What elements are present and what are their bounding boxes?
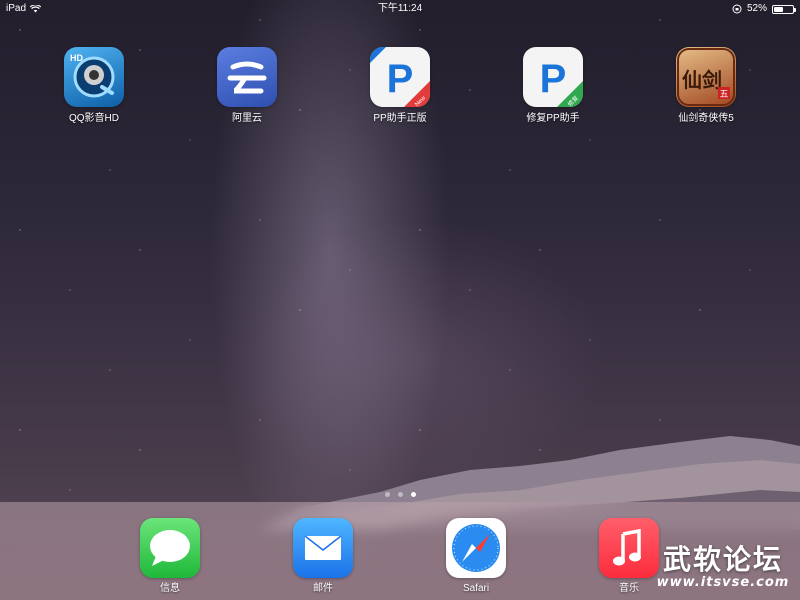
mail-icon[interactable] — [293, 518, 353, 578]
watermark: 武软论坛 www.itsvse.com — [648, 543, 798, 591]
app-label: QQ影音HD — [69, 113, 119, 124]
aliyun-icon[interactable] — [217, 47, 277, 107]
app-xianjian-5[interactable]: 仙剑 五 仙剑奇侠传5 — [651, 47, 761, 125]
battery-percent: 52% — [746, 3, 767, 14]
orientation-lock-icon — [732, 4, 742, 14]
app-pp-assistant[interactable]: P New PP助手正版 — [345, 47, 455, 125]
app-pp-repair[interactable]: P 修复 修复PP助手 — [498, 47, 608, 125]
page-dot[interactable] — [384, 492, 390, 497]
svg-text:P: P — [387, 57, 414, 101]
safari-icon[interactable] — [446, 518, 506, 578]
dock-app-messages[interactable]: 信息 — [115, 518, 225, 595]
pp-repair-icon[interactable]: P 修复 — [523, 47, 583, 107]
xianjian-5-icon[interactable]: 仙剑 五 — [676, 47, 736, 107]
qq-player-hd-icon[interactable]: HD — [64, 47, 124, 107]
app-label: 仙剑奇侠传5 — [678, 113, 734, 124]
status-bar: iPad 下午11:24 52% — [0, 0, 800, 18]
watermark-url: www.itsvse.com — [656, 575, 790, 590]
dock-app-mail[interactable]: 邮件 — [268, 518, 378, 595]
app-qq-player-hd[interactable]: HD QQ影音HD — [39, 47, 149, 125]
app-aliyun[interactable]: 阿里云 — [192, 47, 302, 125]
watermark-title: 武软论坛 — [662, 543, 783, 576]
app-label: 修复PP助手 — [526, 113, 580, 124]
dock-app-safari[interactable]: Safari — [421, 518, 531, 595]
svg-text:HD: HD — [70, 53, 83, 63]
xianjian-icon-text: 仙剑 — [682, 68, 722, 92]
page-dot-active[interactable] — [410, 492, 416, 497]
status-time: 下午11:24 — [377, 3, 423, 14]
app-label: 阿里云 — [232, 113, 262, 124]
messages-icon[interactable] — [140, 518, 200, 578]
svg-text:P: P — [540, 57, 567, 101]
app-label: 邮件 — [313, 583, 333, 594]
app-label: Safari — [462, 583, 490, 594]
pp-assistant-icon[interactable]: P New — [370, 47, 430, 107]
page-dot[interactable] — [397, 492, 403, 497]
app-label: PP助手正版 — [373, 113, 427, 124]
battery-icon — [772, 4, 796, 14]
xianjian-badge-char: 五 — [719, 90, 728, 100]
app-label: 信息 — [160, 583, 180, 594]
page-indicator[interactable] — [0, 492, 800, 497]
